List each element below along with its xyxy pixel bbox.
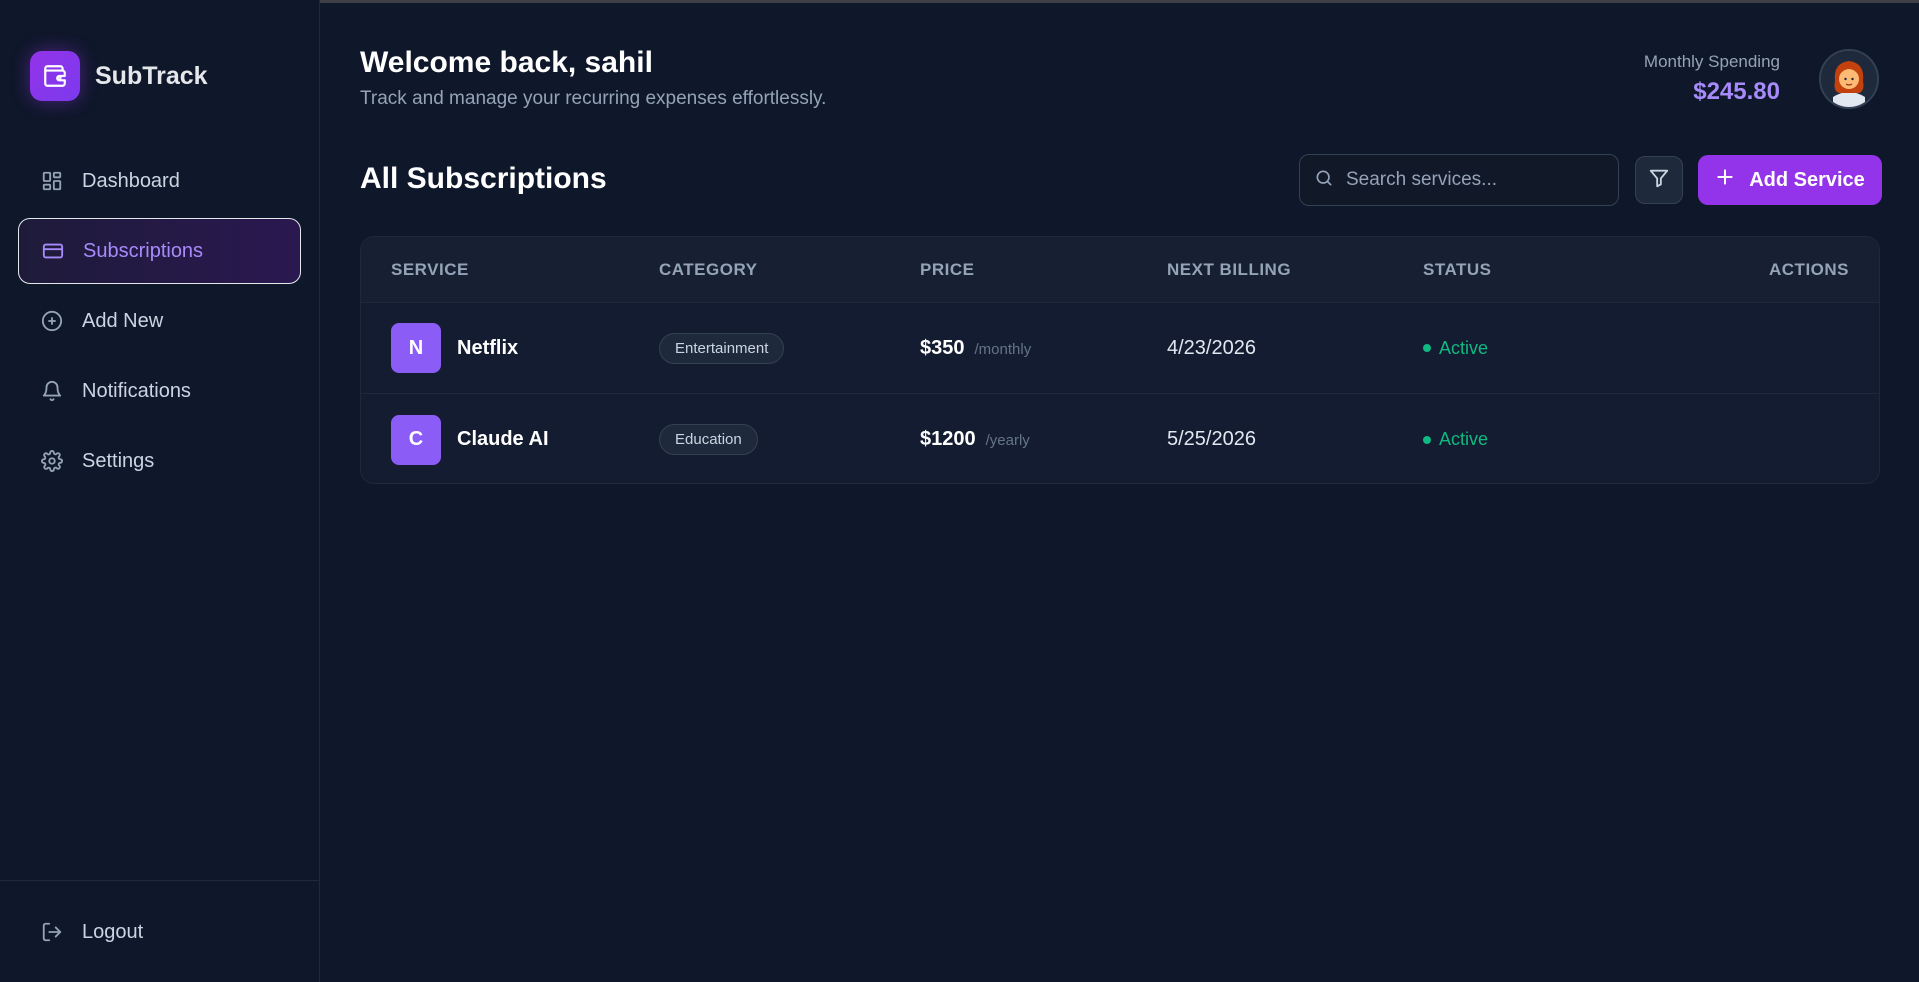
sidebar-item-subscriptions[interactable]: Subscriptions xyxy=(18,218,301,284)
credit-card-icon xyxy=(41,239,65,263)
sidebar-item-dashboard[interactable]: Dashboard xyxy=(18,148,301,214)
filter-icon xyxy=(1648,167,1670,194)
service-cell: C Claude AI xyxy=(361,414,659,465)
sidebar-item-notifications[interactable]: Notifications xyxy=(18,358,301,424)
table-row[interactable]: N Netflix Entertainment $350 /monthly 4/… xyxy=(361,303,1879,394)
brand-name: SubTrack xyxy=(95,61,208,90)
status-label: Active xyxy=(1439,429,1489,449)
main-content: Welcome back, sahil Track and manage you… xyxy=(320,0,1919,982)
sidebar-item-label: Dashboard xyxy=(82,169,180,192)
search-input[interactable] xyxy=(1346,169,1606,191)
sidebar-item-label: Settings xyxy=(82,449,155,472)
price-period: /monthly xyxy=(974,340,1032,358)
service-initial-badge: C xyxy=(391,414,441,465)
table-header: SERVICE CATEGORY PRICE NEXT BILLING STAT… xyxy=(361,237,1879,303)
price-cell: $350 /monthly xyxy=(920,337,1167,360)
column-header-next-billing[interactable]: NEXT BILLING xyxy=(1167,260,1423,280)
spending-value: $245.80 xyxy=(1693,78,1780,105)
bell-icon xyxy=(40,379,64,403)
status-cell: Active xyxy=(1423,429,1743,450)
service-name: Claude AI xyxy=(457,428,549,450)
service-name: Netflix xyxy=(457,336,519,359)
add-service-button[interactable]: Add Service xyxy=(1698,155,1882,205)
category-cell: Entertainment xyxy=(659,332,920,364)
gear-icon xyxy=(40,449,64,473)
search-box xyxy=(1299,154,1619,206)
category-pill: Entertainment xyxy=(659,332,785,364)
filter-button[interactable] xyxy=(1635,156,1683,204)
status-label: Active xyxy=(1439,337,1489,358)
table-row[interactable]: C Claude AI Education $1200 /yearly 5/25… xyxy=(361,394,1879,483)
app-root: SubTrack Dashboard Subscriptions Add New… xyxy=(0,0,1919,982)
sidebar-item-label: Add New xyxy=(82,309,164,332)
column-header-status[interactable]: STATUS xyxy=(1423,260,1743,280)
price-value: $1200 xyxy=(920,428,976,450)
add-service-label: Add Service xyxy=(1749,168,1865,191)
page-header: Welcome back, sahil Track and manage you… xyxy=(360,46,826,110)
avatar[interactable] xyxy=(1819,49,1879,109)
price-period: /yearly xyxy=(985,432,1030,449)
monthly-spending: Monthly Spending $245.80 xyxy=(1644,52,1780,106)
service-initial-badge: N xyxy=(391,323,441,373)
next-billing-date: 5/25/2026 xyxy=(1167,428,1256,450)
service-cell: N Netflix xyxy=(361,323,659,373)
search-icon xyxy=(1314,168,1334,193)
price-value: $350 xyxy=(920,336,965,359)
price-cell: $1200 /yearly xyxy=(920,428,1167,451)
sidebar-footer: Logout xyxy=(0,880,320,982)
sidebar: SubTrack Dashboard Subscriptions Add New… xyxy=(0,0,320,982)
wallet-icon xyxy=(30,51,80,101)
status-dot-icon xyxy=(1423,435,1431,444)
logout-button[interactable]: Logout xyxy=(18,899,302,965)
column-header-category[interactable]: CATEGORY xyxy=(659,260,920,280)
logout-icon xyxy=(40,920,64,944)
sidebar-item-label: Subscriptions xyxy=(83,239,204,262)
category-pill: Education xyxy=(659,424,758,455)
status-badge: Active xyxy=(1423,429,1743,450)
brand[interactable]: SubTrack xyxy=(0,0,319,118)
user-avatar-icon xyxy=(1821,51,1877,107)
column-header-price[interactable]: PRICE xyxy=(920,260,1167,280)
section-title: All Subscriptions xyxy=(360,162,607,195)
sidebar-item-add-new[interactable]: Add New xyxy=(18,288,301,354)
sidebar-item-settings[interactable]: Settings xyxy=(18,428,301,494)
next-billing-date: 4/23/2026 xyxy=(1167,336,1256,359)
status-cell: Active xyxy=(1423,338,1743,359)
column-header-actions: ACTIONS xyxy=(1769,259,1849,279)
dashboard-icon xyxy=(40,169,64,193)
sidebar-item-label: Notifications xyxy=(82,379,191,402)
subscriptions-table: SERVICE CATEGORY PRICE NEXT BILLING STAT… xyxy=(360,236,1880,484)
plus-circle-icon xyxy=(40,309,64,333)
plus-icon xyxy=(1715,167,1735,193)
status-dot-icon xyxy=(1423,344,1431,352)
sidebar-nav: Dashboard Subscriptions Add New Notifica… xyxy=(0,148,319,498)
page-subtitle: Track and manage your recurring expenses… xyxy=(360,88,827,109)
page-title: Welcome back, sahil xyxy=(360,46,653,79)
category-cell: Education xyxy=(659,424,920,455)
spending-label: Monthly Spending xyxy=(1643,52,1780,71)
logout-label: Logout xyxy=(82,920,144,943)
status-badge: Active xyxy=(1423,338,1743,359)
column-header-service[interactable]: SERVICE xyxy=(361,260,659,280)
